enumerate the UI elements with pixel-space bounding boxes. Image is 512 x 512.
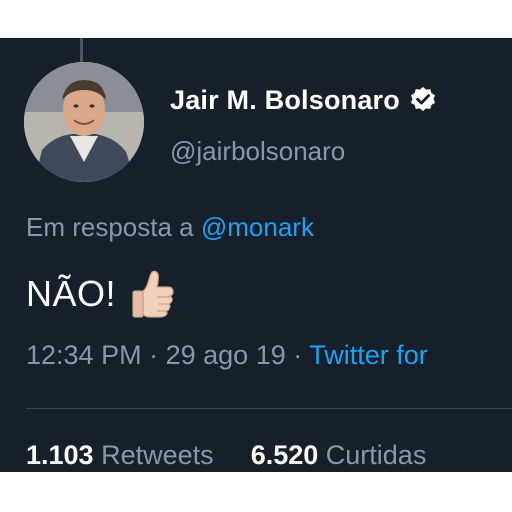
reply-mention-link[interactable]: @monark (201, 212, 314, 242)
retweets-count: 1.103 (26, 440, 94, 470)
tweet-source-link[interactable]: Twitter for (309, 340, 428, 370)
meta-separator: · (149, 340, 159, 370)
tweet-card: Jair M. Bolsonaro @jairbolsonaro Em resp… (0, 38, 512, 472)
tweet-stats: 1.103 Retweets 6.520 Curtidas (26, 440, 426, 471)
likes-label: Curtidas (325, 440, 427, 470)
likes-stat[interactable]: 6.520 Curtidas (243, 440, 427, 470)
divider (26, 408, 512, 409)
reply-context: Em resposta a @monark (26, 212, 314, 243)
reply-prefix: Em resposta a (26, 212, 194, 242)
tweet-meta: 12:34 PM · 29 ago 19 · Twitter for (26, 340, 428, 371)
thumbs-up-emoji-icon (130, 269, 176, 319)
tweet-date[interactable]: 29 ago 19 (166, 340, 286, 370)
tweet-time[interactable]: 12:34 PM (26, 340, 142, 370)
retweets-label: Retweets (101, 440, 214, 470)
verified-badge-icon (409, 86, 437, 114)
author-display-name[interactable]: Jair M. Bolsonaro (170, 85, 400, 116)
author-handle[interactable]: @jairbolsonaro (170, 136, 345, 167)
thread-connector-line (80, 38, 83, 62)
retweets-stat[interactable]: 1.103 Retweets (26, 440, 221, 470)
author-name-row[interactable]: Jair M. Bolsonaro (170, 80, 437, 120)
tweet-text: NÃO! (26, 273, 117, 314)
likes-count: 6.520 (250, 440, 319, 470)
tweet-body: NÃO! (26, 266, 176, 322)
avatar[interactable] (24, 62, 144, 182)
meta-separator: · (293, 340, 303, 370)
